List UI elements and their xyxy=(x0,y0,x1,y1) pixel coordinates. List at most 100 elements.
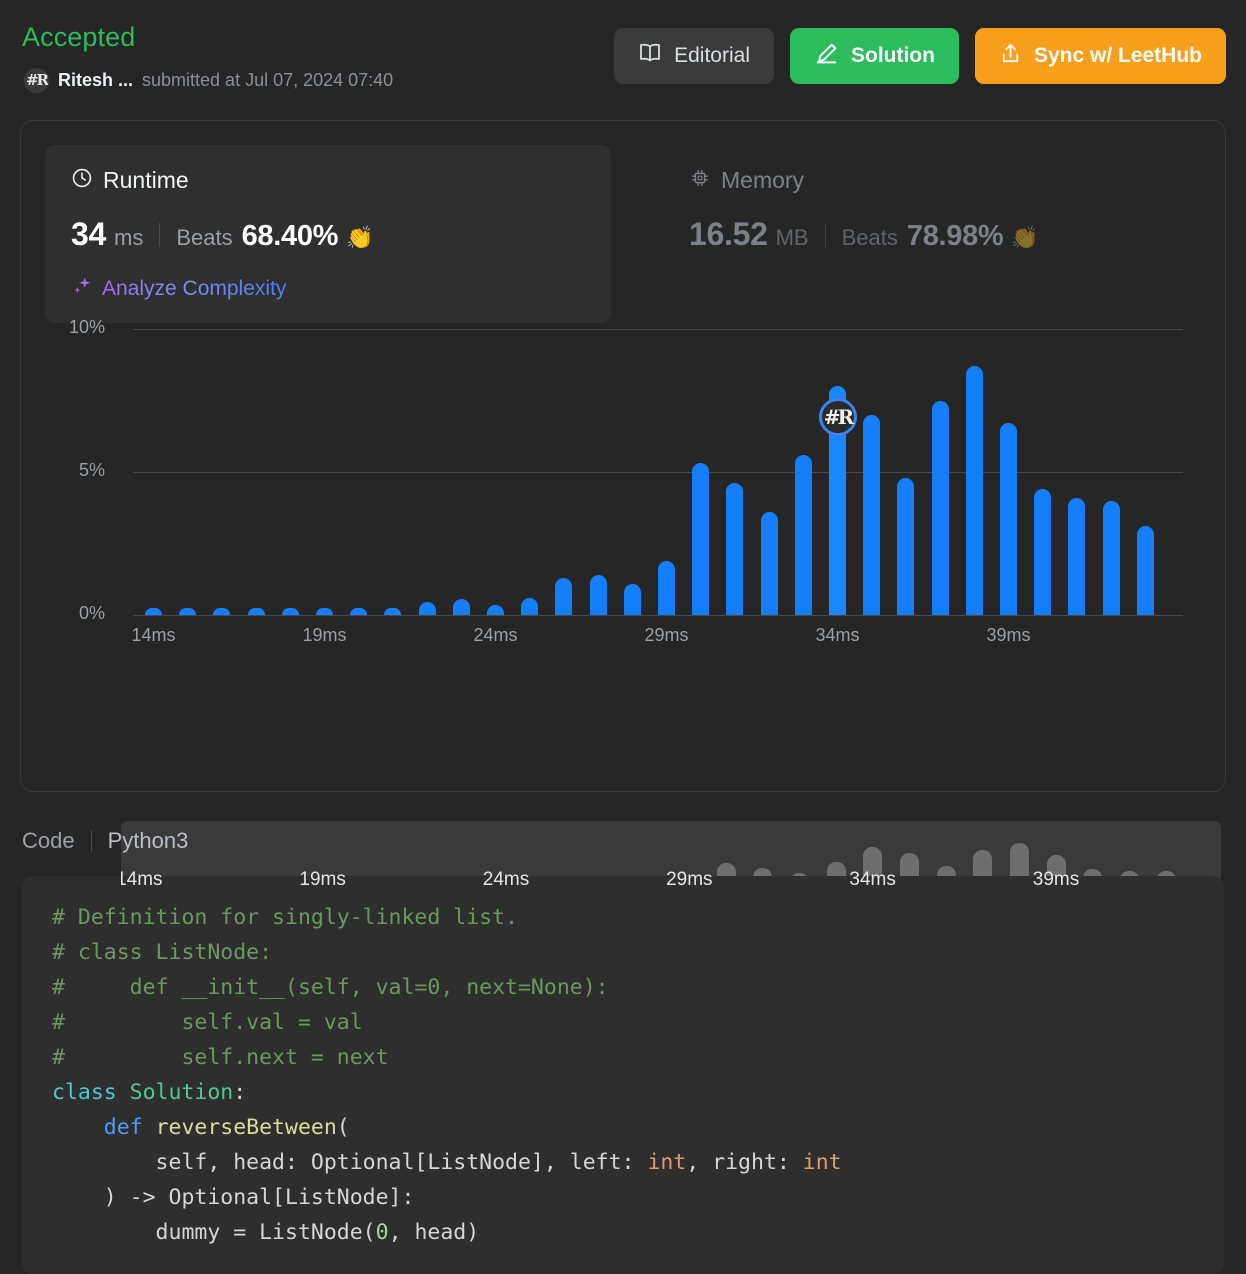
analyze-complexity-button[interactable]: Analyze Complexity xyxy=(71,275,286,302)
runtime-values: 34 ms Beats 68.40% 👏 xyxy=(71,216,585,253)
edit-pencil-icon xyxy=(814,41,839,72)
analyze-complexity-label: Analyze Complexity xyxy=(102,277,286,301)
code-token: 0 xyxy=(376,1220,389,1245)
runtime-beats-word: Beats xyxy=(176,225,232,251)
runtime-value: 34 xyxy=(71,216,106,253)
metrics-card: Runtime 34 ms Beats 68.40% 👏 xyxy=(20,120,1226,792)
sync-leethub-button[interactable]: Sync w/ LeetHub xyxy=(975,28,1226,84)
code-token: # class ListNode: xyxy=(52,940,272,965)
runtime-beats-pct: 68.40% xyxy=(242,220,339,253)
brush-tick-label: 24ms xyxy=(483,869,529,891)
chart-bar[interactable] xyxy=(487,605,504,615)
chart-bar[interactable] xyxy=(966,366,983,615)
x-tick-label: 39ms xyxy=(986,625,1030,646)
memory-unit: MB xyxy=(776,225,809,251)
chart-bar[interactable] xyxy=(1137,526,1154,615)
code-token: def xyxy=(104,1115,156,1140)
brush-tick-label: 14ms xyxy=(121,869,163,891)
avatar-glyph: #R xyxy=(26,73,47,88)
code-block[interactable]: # Definition for singly-linked list. # c… xyxy=(22,876,1224,1274)
stat-tabs: Runtime 34 ms Beats 68.40% 👏 xyxy=(45,145,1195,325)
memory-tab[interactable]: Memory 16.52 MB Beats 78.98% 👏 xyxy=(663,145,1229,323)
chart-bar[interactable] xyxy=(453,599,470,615)
chart-bar[interactable] xyxy=(863,415,880,615)
x-tick-label: 34ms xyxy=(815,625,859,646)
gridline xyxy=(133,615,1183,616)
editorial-label: Editorial xyxy=(674,44,750,68)
chart-bar[interactable] xyxy=(692,463,709,615)
chart-bar[interactable] xyxy=(726,483,743,615)
user-name[interactable]: Ritesh ... xyxy=(58,70,133,91)
chart-bar[interactable] xyxy=(624,584,641,615)
code-token: , right: xyxy=(686,1150,803,1175)
chart-bar[interactable] xyxy=(521,598,538,615)
code-token xyxy=(52,1115,104,1140)
chart-bar[interactable] xyxy=(1103,501,1120,615)
chart-bar[interactable] xyxy=(145,608,162,615)
avatar[interactable]: #R xyxy=(24,68,49,93)
code-token: Solution xyxy=(130,1080,234,1105)
code-token: # Definition for singly-linked list. xyxy=(52,905,518,930)
upload-share-icon xyxy=(999,41,1022,72)
brush-tick-label: 29ms xyxy=(666,869,712,891)
code-token: int xyxy=(803,1150,842,1175)
code-token: ) -> Optional[ListNode]: xyxy=(52,1185,414,1210)
chart-bar[interactable] xyxy=(384,608,401,615)
code-token: dummy = ListNode( xyxy=(52,1220,376,1245)
code-token: : xyxy=(233,1080,246,1105)
chart-bar[interactable] xyxy=(761,512,778,615)
memory-label: Memory xyxy=(721,167,804,194)
code-token: # self.val = val xyxy=(52,1010,363,1035)
chart-bar[interactable] xyxy=(350,608,367,615)
submission-meta: #R Ritesh ... submitted at Jul 07, 2024 … xyxy=(24,68,393,93)
chart-bar[interactable] xyxy=(1000,423,1017,615)
runtime-tab[interactable]: Runtime 34 ms Beats 68.40% 👏 xyxy=(45,145,611,323)
chart-bar[interactable] xyxy=(658,561,675,615)
brush-tick-label: 39ms xyxy=(1033,869,1079,891)
chart-bar[interactable] xyxy=(795,455,812,615)
x-tick-label: 29ms xyxy=(644,625,688,646)
marker-avatar-glyph: #R xyxy=(824,407,851,427)
value-divider xyxy=(159,223,160,247)
value-divider xyxy=(825,223,826,247)
code-token: class xyxy=(52,1080,130,1105)
code-token: self, head: Optional[ListNode], left: xyxy=(52,1150,647,1175)
chart-bar[interactable] xyxy=(1034,489,1051,615)
code-token: # self.next = next xyxy=(52,1045,389,1070)
code-section-header: Code Python3 xyxy=(22,828,188,854)
y-tick-label: 5% xyxy=(25,460,105,481)
runtime-unit: ms xyxy=(114,225,143,251)
submission-header: Accepted #R Ritesh ... submitted at Jul … xyxy=(0,0,1246,110)
memory-header: Memory xyxy=(689,167,1203,194)
y-tick-label: 0% xyxy=(25,603,105,624)
chart-bar[interactable] xyxy=(248,608,265,615)
chart-bars[interactable] xyxy=(133,329,1183,615)
chart-bar[interactable] xyxy=(282,608,299,615)
chart-bar[interactable] xyxy=(179,608,196,615)
x-tick-label: 14ms xyxy=(131,625,175,646)
submitted-timestamp: submitted at Jul 07, 2024 07:40 xyxy=(142,70,393,91)
chart-bar[interactable] xyxy=(316,608,333,615)
runtime-label: Runtime xyxy=(103,167,189,194)
solution-label: Solution xyxy=(851,44,935,68)
code-language[interactable]: Python3 xyxy=(108,828,189,854)
chart-bar[interactable] xyxy=(555,578,572,615)
chart-bar[interactable] xyxy=(213,608,230,615)
solution-button[interactable]: Solution xyxy=(790,28,959,84)
memory-value: 16.52 xyxy=(689,216,768,253)
sync-label: Sync w/ LeetHub xyxy=(1034,44,1202,68)
submission-detail-page: Accepted #R Ritesh ... submitted at Jul … xyxy=(0,0,1246,1274)
header-actions: Editorial Solution xyxy=(614,28,1226,84)
chart-bar[interactable] xyxy=(1068,498,1085,615)
code-token: , head) xyxy=(389,1220,480,1245)
code-content: # Definition for singly-linked list. # c… xyxy=(52,900,1194,1250)
editorial-button[interactable]: Editorial xyxy=(614,28,774,84)
user-submission-marker[interactable]: #R xyxy=(819,398,857,436)
chart-bar[interactable] xyxy=(590,575,607,615)
x-tick-label: 24ms xyxy=(473,625,517,646)
memory-beats-pct: 78.98% xyxy=(907,220,1004,253)
clap-icon: 👏 xyxy=(1011,225,1038,251)
chart-bar[interactable] xyxy=(419,602,436,615)
chart-bar[interactable] xyxy=(897,478,914,615)
chart-bar[interactable] xyxy=(932,401,949,616)
